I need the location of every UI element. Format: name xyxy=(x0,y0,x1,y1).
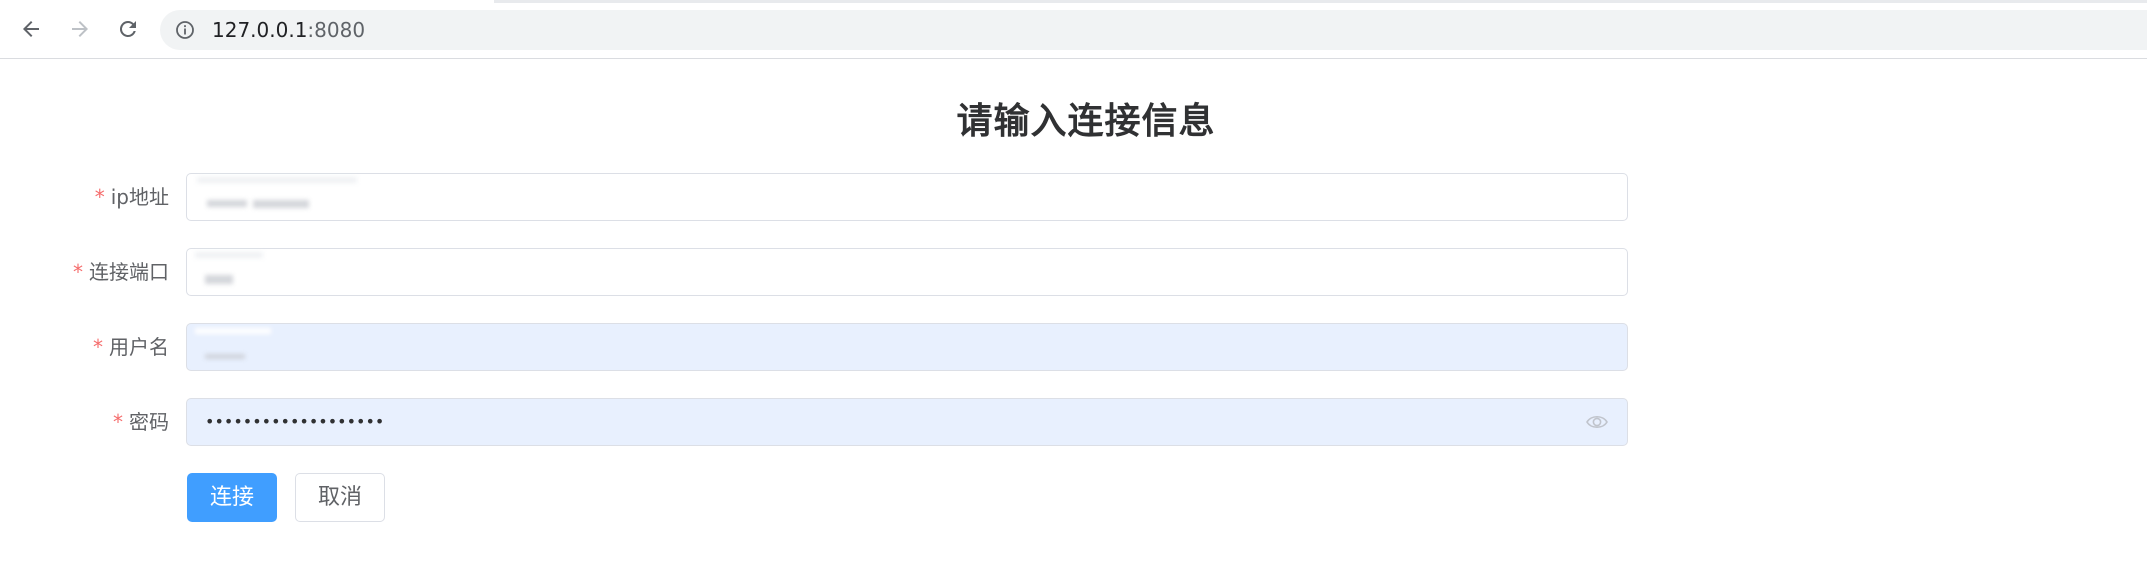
password-label-text: 密码 xyxy=(129,410,169,434)
port-label: * 连接端口 xyxy=(73,248,169,296)
ip-label-text: ip地址 xyxy=(110,185,169,209)
blurred-text xyxy=(205,354,245,359)
forward-arrow-icon xyxy=(72,21,88,37)
form-row-password: * 密码 ••••••••••••••••••• xyxy=(0,398,1630,446)
username-input[interactable] xyxy=(186,323,1628,371)
form-row-ip: * ip地址 xyxy=(0,173,1630,221)
form-row-port: * 连接端口 xyxy=(0,248,1630,296)
password-label: * 密码 xyxy=(113,398,169,446)
cancel-button[interactable]: 取消 xyxy=(295,473,385,522)
eye-icon[interactable] xyxy=(1585,412,1609,432)
forward-button[interactable] xyxy=(62,11,98,47)
blurred-text xyxy=(253,200,309,208)
active-tab-edge xyxy=(0,0,494,2)
url-host: 127.0.0.1 xyxy=(212,18,308,42)
back-arrow-icon xyxy=(23,21,39,37)
password-value: ••••••••••••••••••• xyxy=(205,412,385,431)
tab-strip xyxy=(494,0,2147,3)
required-mark: * xyxy=(113,410,123,434)
address-bar[interactable]: 127.0.0.1:8080 xyxy=(160,10,2147,50)
blurred-text xyxy=(205,275,233,284)
browser-toolbar: 127.0.0.1:8080 xyxy=(0,0,2147,59)
url-port: :8080 xyxy=(307,18,366,42)
username-label-text: 用户名 xyxy=(109,335,169,359)
blurred-text xyxy=(197,177,357,183)
required-mark: * xyxy=(94,185,105,209)
blurred-text xyxy=(195,328,271,334)
ip-label: * ip地址 xyxy=(95,173,169,221)
blurred-text xyxy=(195,252,263,258)
connect-button[interactable]: 连接 xyxy=(187,473,277,522)
blurred-text xyxy=(207,200,247,207)
ip-input[interactable] xyxy=(186,173,1628,221)
required-mark: * xyxy=(93,335,103,359)
url-text[interactable]: 127.0.0.1:8080 xyxy=(212,19,365,41)
username-label: * 用户名 xyxy=(93,323,169,371)
form-row-username: * 用户名 xyxy=(0,323,1630,371)
required-mark: * xyxy=(73,260,83,284)
reload-icon xyxy=(119,20,136,37)
reload-button[interactable] xyxy=(110,11,146,47)
port-input[interactable] xyxy=(186,248,1628,296)
info-icon[interactable] xyxy=(175,20,195,40)
page-title: 请输入连接信息 xyxy=(956,101,1216,142)
back-button[interactable] xyxy=(13,11,49,47)
password-input[interactable]: ••••••••••••••••••• xyxy=(186,398,1628,446)
port-label-text: 连接端口 xyxy=(89,260,169,284)
